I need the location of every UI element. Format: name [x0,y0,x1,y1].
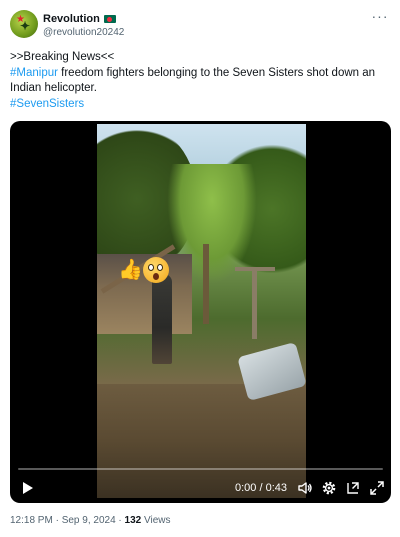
hashtag-manipur-link[interactable]: #Manipur [10,67,58,79]
views-label: Views [141,515,171,526]
fullscreen-icon[interactable] [369,480,385,496]
meta-separator: · [52,515,62,526]
astonished-face-emoji [143,257,169,283]
bangladesh-flag-icon [103,15,116,23]
name-line: Revolution [43,12,116,26]
settings-gear-icon[interactable] [321,480,337,496]
tweet-body-text: freedom fighters belonging to the Seven … [10,66,376,95]
tweet-date[interactable]: Sep 9, 2024 [62,515,116,526]
wooden-crossbar [235,267,275,271]
banana-trunk [203,244,209,324]
avatar-emblem-icon: ✦ [20,19,31,33]
video-frame[interactable] [97,124,306,498]
wooden-post [252,269,257,339]
video-timecode: 0:00 / 0:43 [235,482,287,494]
video-player[interactable]: 👍 [10,121,391,503]
play-icon[interactable] [20,481,34,495]
display-name[interactable]: Revolution [43,13,100,25]
views-count: 132 [124,515,142,526]
tweet-line-hashtag: #SevenSisters [10,97,392,113]
tweet-metadata: 12:18 PM · Sep 9, 2024 · 132 Views [10,515,171,526]
user-handle[interactable]: @revolution20242 [43,27,124,38]
tweet-text: >>Breaking News<< #Manipur freedom fight… [10,50,392,112]
volume-icon[interactable] [297,480,313,496]
more-options-icon[interactable]: ··· [370,9,390,26]
ground [97,384,306,498]
meta-separator: · [115,515,125,526]
tweet-line-main: #Manipur freedom fighters belonging to t… [10,66,392,97]
video-progress-bar[interactable] [18,468,383,470]
thumbs-up-emoji: 👍 [118,259,143,281]
hashtag-sevensisters-link[interactable]: #SevenSisters [10,98,84,110]
tweet-card: ★ ✦ Revolution @revolution20242 ··· >>Br… [0,0,400,537]
person [152,274,172,364]
tweet-time[interactable]: 12:18 PM [10,515,53,526]
pip-icon[interactable] [345,480,361,496]
tweet-line-breaking-news: >>Breaking News<< [10,51,115,63]
tweet-header: ★ ✦ Revolution @revolution20242 ··· [10,9,390,42]
avatar[interactable]: ★ ✦ [10,10,38,38]
